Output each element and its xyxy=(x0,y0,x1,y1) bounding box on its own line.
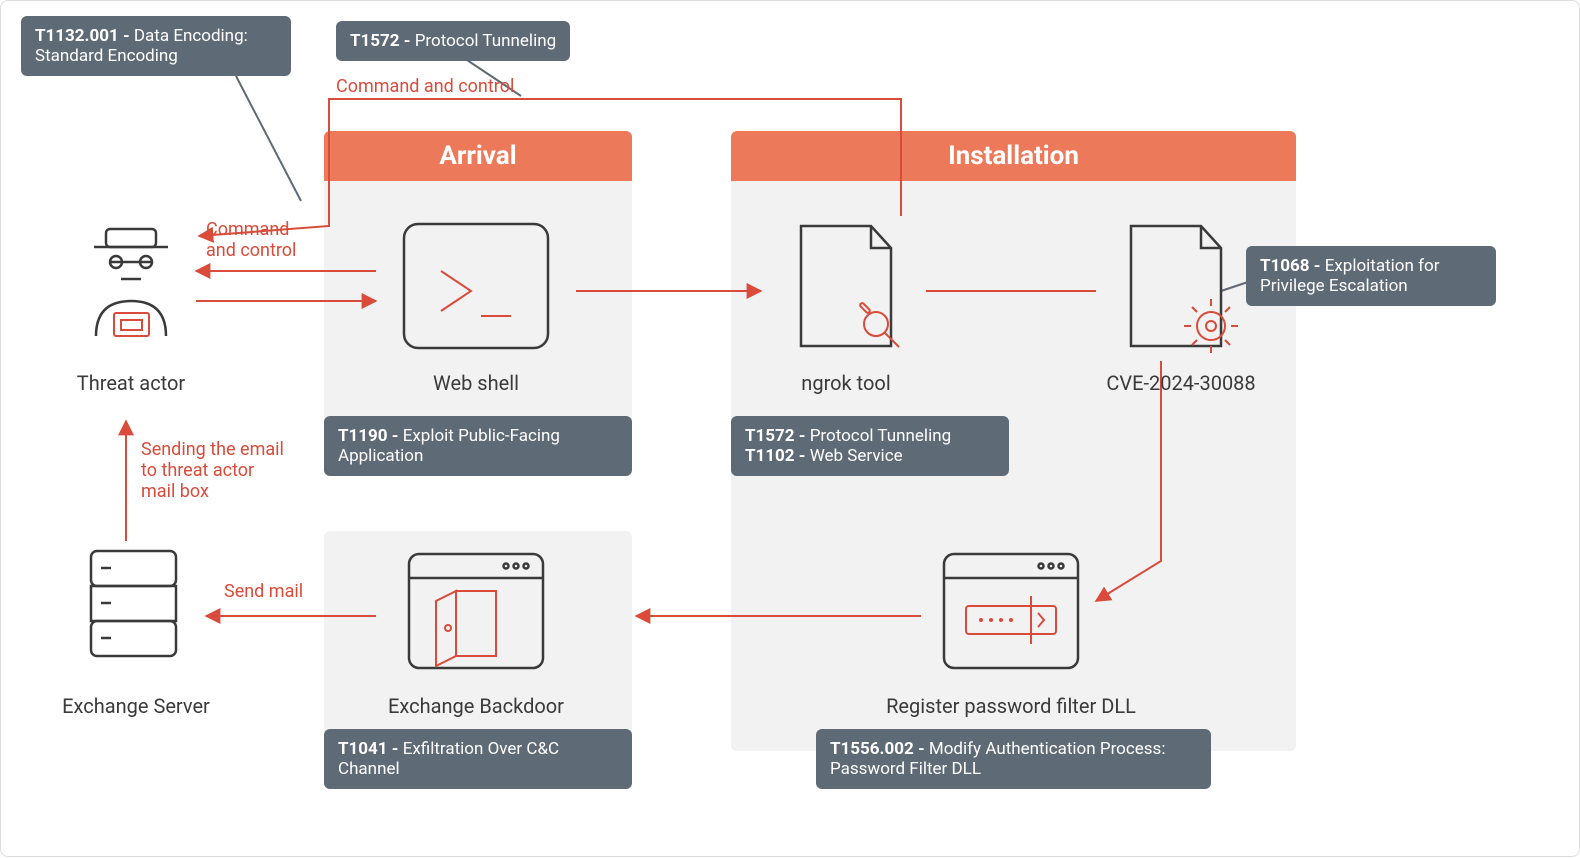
installation-header: Installation xyxy=(731,131,1296,181)
cve-label: CVE-2024-30088 xyxy=(1071,371,1291,395)
password-filter-label: Register password filter DLL xyxy=(861,694,1161,718)
arrival-header: Arrival xyxy=(324,131,632,181)
threat-actor-icon xyxy=(76,216,186,356)
cmd-control-top: Command and control xyxy=(336,76,514,97)
t1190-callout: T1190 - Exploit Public-Facing Applicatio… xyxy=(324,416,632,476)
cve-icon xyxy=(1111,216,1241,356)
ngrok-icon xyxy=(781,216,911,356)
exchange-server-icon xyxy=(86,546,181,666)
cmd-control-left: Command and control xyxy=(206,219,321,261)
t1068-callout: T1068 - Exploitation for Privilege Escal… xyxy=(1246,246,1496,306)
sending-email-label: Sending the email to threat actor mail b… xyxy=(141,439,291,502)
password-filter-icon xyxy=(936,546,1086,676)
exchange-backdoor-icon xyxy=(401,546,551,676)
t1572-t1102-callout: T1572 - Protocol TunnelingT1102 - Web Se… xyxy=(731,416,1009,476)
t1556-callout: T1556.002 - Modify Authentication Proces… xyxy=(816,729,1211,789)
exchange-server-label: Exchange Server xyxy=(36,694,236,718)
exchange-backdoor-label: Exchange Backdoor xyxy=(346,694,606,718)
send-mail-label: Send mail xyxy=(224,581,303,602)
threat-actor-label: Threat actor xyxy=(61,371,201,395)
t1132-callout: T1132.001 - Data Encoding: Standard Enco… xyxy=(21,16,291,76)
web-shell-icon xyxy=(396,216,556,356)
t1041-callout: T1041 - Exfiltration Over C&C Channel xyxy=(324,729,632,789)
t1572-top-callout: T1572 - Protocol Tunneling xyxy=(336,21,570,61)
web-shell-label: Web shell xyxy=(396,371,556,395)
ngrok-label: ngrok tool xyxy=(771,371,921,395)
